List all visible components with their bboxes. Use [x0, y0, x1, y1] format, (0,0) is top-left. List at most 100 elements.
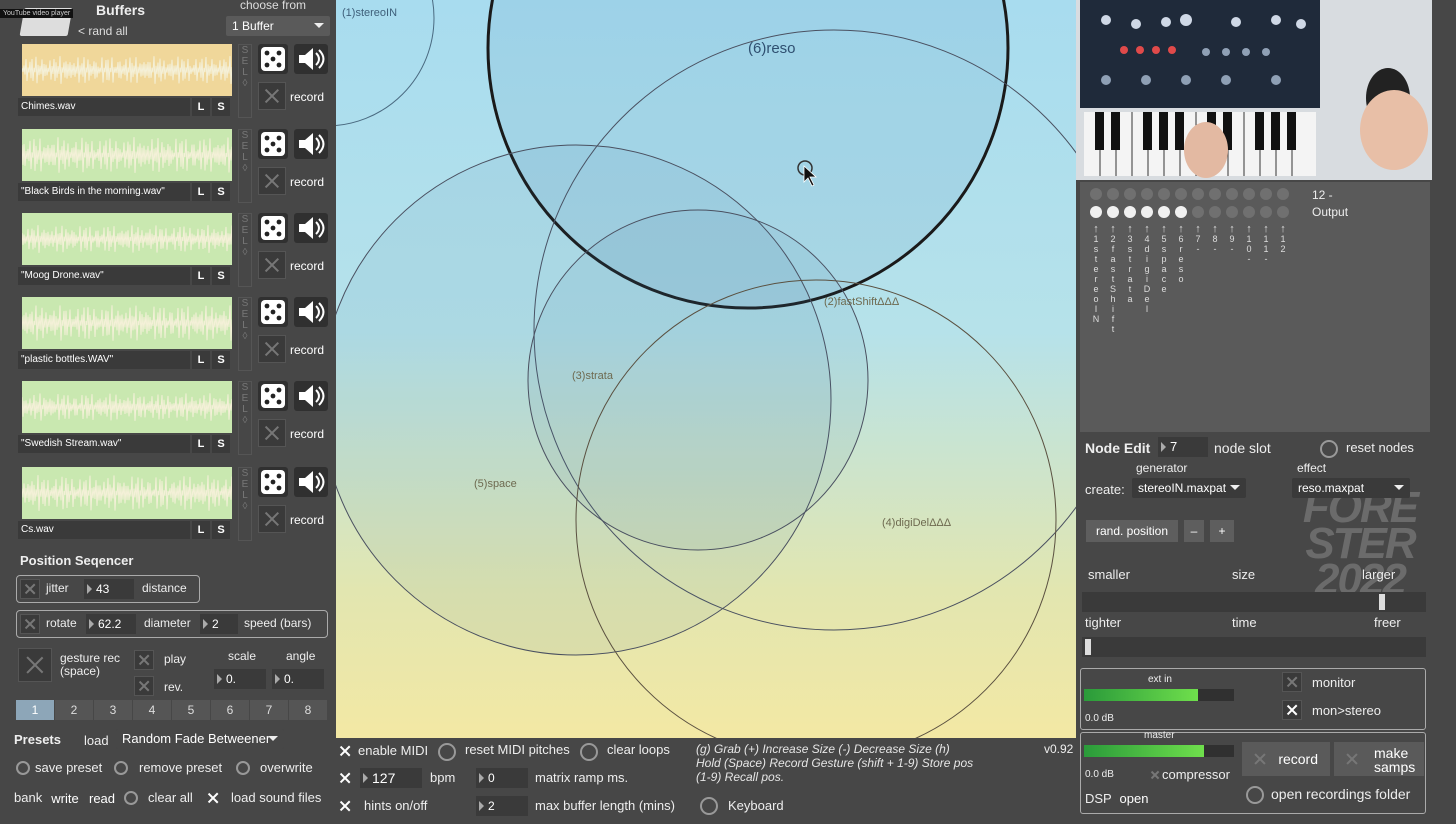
- save-button[interactable]: S: [212, 267, 230, 285]
- open-recordings-radio[interactable]: [1246, 786, 1264, 804]
- dice-icon[interactable]: [258, 44, 288, 74]
- enable-midi-toggle[interactable]: [336, 742, 354, 760]
- matrix-cell[interactable]: [1090, 188, 1102, 200]
- load-button[interactable]: L: [192, 98, 210, 116]
- matrix-cell[interactable]: [1209, 188, 1221, 200]
- waveform-display[interactable]: [21, 44, 234, 96]
- matrix-cell[interactable]: [1141, 206, 1153, 218]
- loop-speaker-icon[interactable]: [294, 213, 328, 243]
- matrix-cell[interactable]: [1192, 206, 1204, 218]
- waveform-display[interactable]: [21, 467, 234, 519]
- record-toggle[interactable]: [258, 167, 286, 195]
- matrix-cell[interactable]: [1124, 206, 1136, 218]
- sel-selector[interactable]: S E L ◊: [238, 213, 252, 287]
- dice-icon[interactable]: [258, 381, 288, 411]
- loop-speaker-icon[interactable]: [294, 44, 328, 74]
- distance-number[interactable]: 43: [84, 579, 134, 599]
- diameter-number[interactable]: 2: [200, 614, 238, 634]
- keyboard-radio[interactable]: [700, 797, 718, 815]
- rotate-number[interactable]: 62.2: [86, 614, 136, 634]
- step-button-5[interactable]: 5: [172, 700, 210, 720]
- waveform-display[interactable]: [21, 129, 234, 181]
- generator-select[interactable]: stereoIN.maxpat: [1132, 478, 1246, 498]
- preset-load-select[interactable]: Random Fade Betweener: [116, 729, 284, 749]
- size-slider[interactable]: [1082, 592, 1426, 612]
- step-button-4[interactable]: 4: [133, 700, 171, 720]
- time-slider[interactable]: [1082, 637, 1426, 657]
- step-button-7[interactable]: 7: [250, 700, 288, 720]
- bpm-number[interactable]: 127: [360, 768, 422, 788]
- step-button-6[interactable]: 6: [211, 700, 249, 720]
- matrix-cell[interactable]: [1226, 206, 1238, 218]
- dice-icon[interactable]: [258, 297, 288, 327]
- routing-matrix[interactable]: 12 - Output ↑ 1 s t e r e o I N ↑ 2 f a s t Sh i f t ↑ 3 s t r a t…: [1080, 182, 1430, 602]
- dice-icon[interactable]: [258, 467, 288, 497]
- sel-selector[interactable]: S E L ◊: [238, 467, 252, 541]
- mon-stereo-toggle[interactable]: [1282, 700, 1302, 720]
- buffer-count-select[interactable]: 1 Buffer: [226, 16, 330, 36]
- matrix-cell[interactable]: [1158, 188, 1170, 200]
- node-slot-number[interactable]: 7: [1158, 437, 1208, 457]
- jitter-toggle[interactable]: [20, 579, 40, 599]
- matrix-cell[interactable]: [1260, 188, 1272, 200]
- matrix-cell[interactable]: [1192, 188, 1204, 200]
- rand-all-toggle[interactable]: < rand all: [78, 24, 128, 38]
- load-button[interactable]: L: [192, 521, 210, 539]
- sel-selector[interactable]: S E L ◊: [238, 44, 252, 118]
- save-button[interactable]: S: [212, 521, 230, 539]
- matrix-cell[interactable]: [1175, 206, 1187, 218]
- load-button[interactable]: L: [192, 183, 210, 201]
- angle-number[interactable]: 0.: [272, 669, 324, 689]
- loop-speaker-icon[interactable]: [294, 129, 328, 159]
- size-slider-knob[interactable]: [1379, 594, 1386, 610]
- waveform-display[interactable]: [21, 381, 234, 433]
- matrix-cell[interactable]: [1175, 188, 1187, 200]
- matrix-cell[interactable]: [1226, 188, 1238, 200]
- max-buffer-number[interactable]: 2: [476, 796, 528, 816]
- step-button-2[interactable]: 2: [55, 700, 93, 720]
- record-toggle[interactable]: [258, 82, 286, 110]
- record-toggle[interactable]: [258, 251, 286, 279]
- rotate-toggle[interactable]: [20, 614, 40, 634]
- time-slider-knob[interactable]: [1085, 639, 1092, 655]
- overwrite-radio[interactable]: [236, 761, 250, 775]
- matrix-cell[interactable]: [1243, 188, 1255, 200]
- save-button[interactable]: S: [212, 98, 230, 116]
- effect-select[interactable]: reso.maxpat: [1292, 478, 1410, 498]
- scale-number[interactable]: 0.: [214, 669, 266, 689]
- save-button[interactable]: S: [212, 351, 230, 369]
- matrix-cell[interactable]: [1090, 206, 1102, 218]
- rev-toggle[interactable]: [134, 676, 154, 696]
- clear-loops-radio[interactable]: [580, 743, 598, 761]
- loop-speaker-icon[interactable]: [294, 467, 328, 497]
- reset-midi-radio[interactable]: [438, 743, 456, 761]
- matrix-cell[interactable]: [1141, 188, 1153, 200]
- sel-selector[interactable]: S E L ◊: [238, 129, 252, 203]
- dsp-open-button[interactable]: open: [1116, 788, 1152, 810]
- step-button-1[interactable]: 1: [16, 700, 54, 720]
- matrix-cell[interactable]: [1107, 188, 1119, 200]
- rand-position-button[interactable]: rand. position: [1086, 520, 1178, 542]
- matrix-cell[interactable]: [1277, 188, 1289, 200]
- matrix-cell[interactable]: [1124, 188, 1136, 200]
- save-preset-radio[interactable]: [16, 761, 30, 775]
- record-toggle[interactable]: [258, 505, 286, 533]
- dice-icon[interactable]: [258, 213, 288, 243]
- sel-selector[interactable]: S E L ◊: [238, 381, 252, 455]
- matrix-cell[interactable]: [1107, 206, 1119, 218]
- node-canvas[interactable]: (1)stereoIN (6)reso (2)fastShiftΔΔΔ (3)s…: [336, 0, 1076, 738]
- waveform-display[interactable]: [21, 297, 234, 349]
- write-button[interactable]: write: [47, 788, 83, 810]
- remove-preset-radio[interactable]: [114, 761, 128, 775]
- loop-speaker-icon[interactable]: [294, 297, 328, 327]
- load-button[interactable]: L: [192, 435, 210, 453]
- make-samps-button[interactable]: make samps: [1334, 742, 1424, 776]
- read-button[interactable]: read: [86, 788, 118, 810]
- load-button[interactable]: L: [192, 351, 210, 369]
- matrix-cell[interactable]: [1277, 206, 1289, 218]
- play-toggle[interactable]: [134, 650, 154, 670]
- record-button[interactable]: record: [1242, 742, 1330, 776]
- dice-icon[interactable]: [258, 129, 288, 159]
- increase-button[interactable]: +: [1210, 520, 1234, 542]
- load-button[interactable]: L: [192, 267, 210, 285]
